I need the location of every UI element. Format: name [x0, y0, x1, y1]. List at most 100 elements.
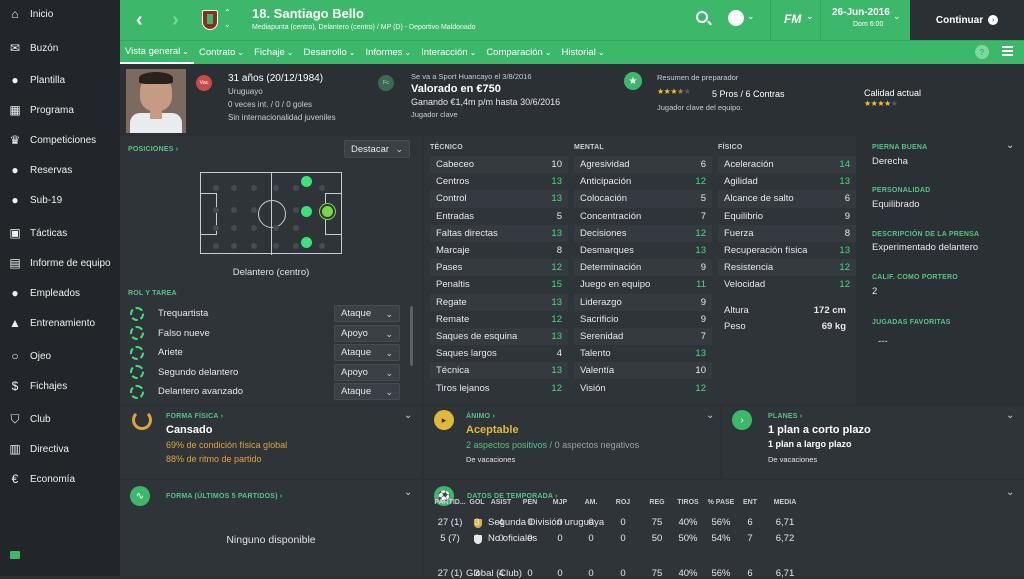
attribute-row[interactable]: Entradas 5 [430, 208, 568, 225]
sidebar-item-econom-a[interactable]: € Economía [0, 465, 120, 493]
attribute-row[interactable]: Marcaje 8 [430, 242, 568, 259]
transfer-note[interactable]: Se va a Sport Huancayo el 3/8/2016 [411, 72, 532, 81]
attribute-row[interactable]: Anticipación 12 [574, 173, 712, 190]
sidebar-item-informe-de-equipo[interactable]: ▤ Informe de equipo [0, 249, 120, 277]
morale-expand-icon[interactable]: ⌄ [706, 410, 714, 421]
sidebar-item-fichajes[interactable]: $ Fichajes [0, 372, 120, 400]
sidebar-item-entrenamiento[interactable]: ▲ Entrenamiento [0, 309, 120, 337]
attribute-row[interactable]: Control 13 [430, 190, 568, 208]
attribute-row[interactable]: Equilibrio 9 [718, 208, 856, 225]
sidebar-item-club[interactable]: ⛉ Club [0, 405, 120, 433]
attribute-row[interactable]: Sacrificio 9 [574, 311, 712, 328]
attribute-row[interactable]: Penaltis 15 [430, 276, 568, 293]
form-title[interactable]: FORMA (ÚLTIMOS 5 PARTIDOS) › [166, 493, 282, 500]
player-switch-arrows[interactable]: ⌃ ⌄ [224, 7, 231, 31]
role-row[interactable]: Ariete Ataque ⌄ [130, 343, 402, 362]
attribute-row[interactable]: Colocación 5 [574, 190, 712, 208]
position-dot-active[interactable] [301, 206, 312, 217]
sidebar-item-ojeo[interactable]: ○ Ojeo [0, 342, 120, 370]
attribute-row[interactable]: Regate 13 [430, 293, 568, 311]
attribute-row[interactable]: Valentía 10 [574, 362, 712, 380]
coach-report-panel[interactable]: ★ Resumen de preparador ★★★★★ 5 Pros / 6… [612, 64, 1024, 134]
sidebar-item-competiciones[interactable]: ♛ Competiciones [0, 126, 120, 154]
menu-icon[interactable] [1002, 46, 1013, 56]
duty-dropdown[interactable]: Ataque ⌄ [334, 344, 400, 361]
globe-dropdown-icon[interactable]: ⌄ [747, 11, 755, 22]
date-dropdown-icon[interactable]: ⌄ [893, 11, 901, 22]
morale-title[interactable]: ÁNIMO › [466, 413, 495, 420]
duty-dropdown[interactable]: Apoyo ⌄ [334, 324, 400, 342]
attribute-row[interactable]: Tiros lejanos 12 [430, 379, 568, 396]
attribute-row[interactable]: Saques largos 4 [430, 345, 568, 362]
attribute-row[interactable]: Remate 12 [430, 311, 568, 328]
tab-desarrollo[interactable]: Desarrollo ⌄ [298, 41, 360, 64]
attribute-row[interactable]: Faltas directas 13 [430, 224, 568, 242]
attribute-row[interactable]: Liderazgo 9 [574, 293, 712, 311]
collapse-icon[interactable]: ⌄ [1006, 140, 1014, 151]
tab-vista-general[interactable]: Vista general ⌄ [120, 41, 194, 64]
attribute-row[interactable]: Resistencia 12 [718, 259, 856, 277]
tab-historial[interactable]: Historial ⌄ [557, 41, 610, 64]
position-dot-active[interactable] [301, 176, 312, 187]
back-button[interactable]: ‹ [136, 9, 143, 32]
club-crest-icon[interactable] [202, 10, 218, 30]
sidebar-item-reservas[interactable]: ● Reservas [0, 156, 120, 184]
help-icon[interactable]: ? [975, 45, 989, 59]
role-row[interactable]: Delantero avanzado Ataque ⌄ [130, 382, 402, 401]
role-row[interactable]: Segundo delantero Apoyo ⌄ [130, 363, 402, 382]
condition-title[interactable]: FORMA FÍSICA › [166, 413, 223, 420]
sidebar-item-directiva[interactable]: ▥ Directiva [0, 435, 120, 463]
attribute-row[interactable]: Pases 12 [430, 259, 568, 277]
tab-fichaje[interactable]: Fichaje ⌄ [249, 41, 298, 64]
sidebar-item-buz-n[interactable]: ✉ Buzón [0, 34, 120, 62]
roles-scrollbar[interactable] [410, 306, 413, 366]
fm-dropdown-icon[interactable]: ⌄ [806, 11, 814, 22]
globe-icon[interactable] [728, 10, 744, 26]
attribute-row[interactable]: Talento 13 [574, 345, 712, 362]
tab-comparaci-n[interactable]: Comparación ⌄ [481, 41, 556, 64]
sidebar-item-inicio[interactable]: ⌂ Inicio [0, 0, 120, 28]
positions-title[interactable]: POSICIONES › [128, 146, 178, 153]
attribute-row[interactable]: Serenidad 7 [574, 327, 712, 346]
attribute-row[interactable]: Fuerza 8 [718, 224, 856, 242]
plans-expand-icon[interactable]: ⌄ [1006, 410, 1014, 421]
fm-logo[interactable]: FM [784, 12, 801, 26]
attribute-row[interactable]: Saques de esquina 13 [430, 327, 568, 346]
forward-button[interactable]: › [172, 9, 179, 32]
attribute-row[interactable]: Velocidad 12 [718, 276, 856, 293]
duty-dropdown[interactable]: Ataque ⌄ [334, 305, 400, 322]
sidebar-item-sub-19[interactable]: ● Sub-19 [0, 186, 120, 214]
attribute-row[interactable]: Juego en equipo 11 [574, 276, 712, 293]
sidebar-item-t-cticas[interactable]: ▣ Tácticas [0, 219, 120, 247]
highlight-dropdown[interactable]: Destacar ⌄ [344, 140, 410, 158]
attribute-row[interactable]: Visión 12 [574, 379, 712, 396]
tab-contrato[interactable]: Contrato ⌄ [194, 41, 249, 64]
attribute-row[interactable]: Agresividad 6 [574, 156, 712, 174]
attribute-row[interactable]: Determinación 9 [574, 259, 712, 277]
attribute-row[interactable]: Alcance de salto 6 [718, 190, 856, 208]
duty-dropdown[interactable]: Ataque ⌄ [334, 383, 400, 400]
continue-button[interactable]: Continuar › [910, 0, 1024, 40]
attribute-row[interactable]: Concentración 7 [574, 208, 712, 225]
attribute-row[interactable]: Cabeceo 10 [430, 156, 568, 174]
form-expand-icon[interactable]: ⌄ [404, 487, 412, 498]
position-dot-active[interactable] [322, 206, 333, 217]
sidebar-item-plantilla[interactable]: ● Plantilla [0, 66, 120, 94]
season-expand-icon[interactable]: ⌄ [1006, 487, 1014, 498]
position-dot-active[interactable] [301, 237, 312, 248]
sidebar-footer-icon[interactable] [10, 551, 20, 559]
duty-dropdown[interactable]: Apoyo ⌄ [334, 363, 400, 381]
tab-informes[interactable]: Informes ⌄ [360, 41, 416, 64]
attribute-row[interactable]: Recuperación física 13 [718, 242, 856, 259]
sidebar-item-empleados[interactable]: ● Empleados [0, 279, 120, 307]
tab-interacci-n[interactable]: Interacción ⌄ [416, 41, 481, 64]
attribute-row[interactable]: Aceleración 14 [718, 156, 856, 174]
attribute-row[interactable]: Desmarques 13 [574, 242, 712, 259]
plans-title[interactable]: PLANES › [768, 413, 802, 420]
season-column-header[interactable]: MEDIA [761, 499, 809, 506]
attribute-row[interactable]: Centros 13 [430, 173, 568, 190]
attribute-row[interactable]: Técnica 13 [430, 362, 568, 380]
attribute-row[interactable]: Agilidad 13 [718, 173, 856, 190]
role-row[interactable]: Falso nueve Apoyo ⌄ [130, 324, 402, 343]
attribute-row[interactable]: Decisiones 12 [574, 224, 712, 242]
